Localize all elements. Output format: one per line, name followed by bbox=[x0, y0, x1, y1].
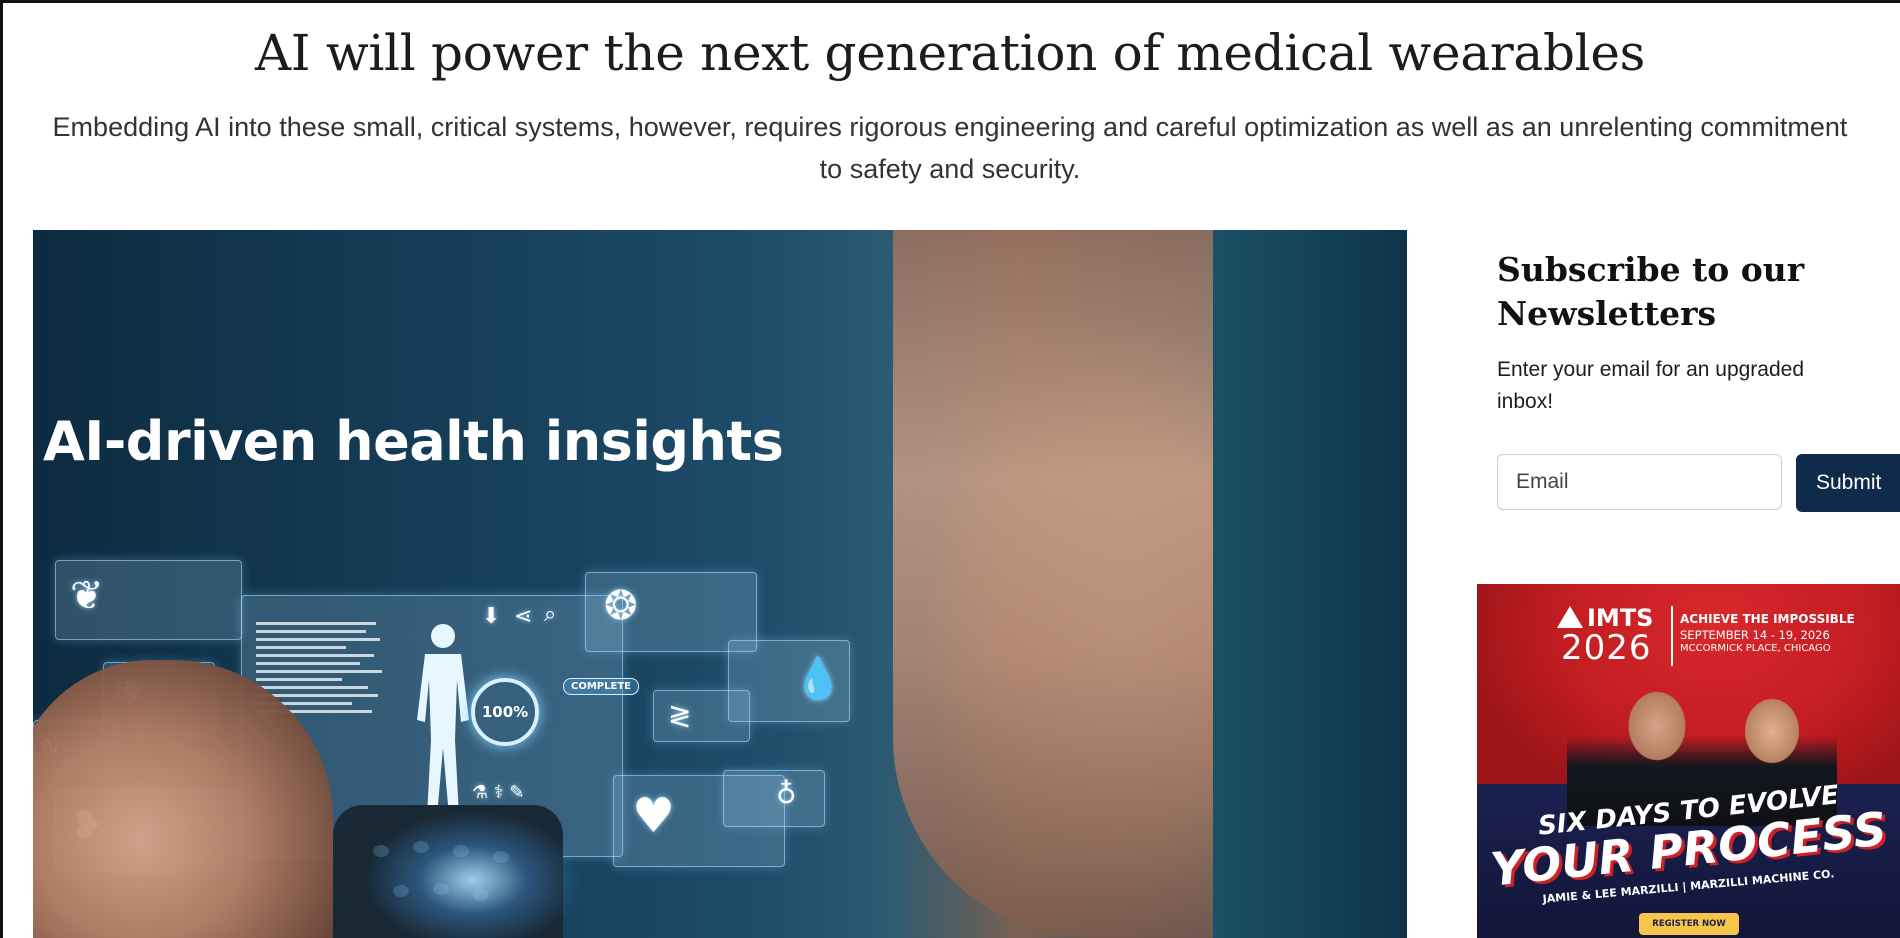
imts-advertisement[interactable]: IMTS 2026 ACHIEVE THE IMPOSSIBLE SEPTEMB… bbox=[1477, 584, 1900, 938]
newsletter-form: Submit bbox=[1497, 454, 1900, 512]
download-icon: ⬇ bbox=[482, 604, 501, 629]
dna-icon: ≷ bbox=[668, 699, 692, 732]
progress-ring: 100% bbox=[471, 678, 539, 746]
imts-logo-icon bbox=[1557, 606, 1583, 628]
article-subheadline: Embedding AI into these small, critical … bbox=[52, 112, 1848, 184]
holo-panel-drop: 💧 bbox=[728, 640, 850, 722]
holo-panel-lungs: ❦ bbox=[55, 560, 242, 640]
newsletter-description: Enter your email for an upgraded inbox! bbox=[1497, 358, 1805, 413]
ad-venue: MCCORMICK PLACE, CHICAGO bbox=[1680, 643, 1831, 654]
water-drop-icon: 💧 bbox=[793, 656, 843, 702]
hero-arm-shape bbox=[893, 230, 1253, 938]
lungs-icon: ❦ bbox=[70, 573, 104, 619]
article-headline: AI will power the next generation of med… bbox=[254, 24, 1645, 82]
register-now-button[interactable]: REGISTER NOW bbox=[1639, 913, 1739, 935]
hero-image: AI-driven health insights ❦ ⚛ ∿ ❥ ⬇ ⋖ ⌕ … bbox=[33, 230, 1407, 938]
newsletter-title: Subscribe to our Newsletters bbox=[1497, 250, 1805, 333]
brain-icon: ❂ bbox=[604, 583, 638, 629]
stethoscope-icon: ♁ bbox=[776, 777, 797, 810]
status-badge: COMPLETE bbox=[563, 678, 639, 695]
share-icon: ⋖ bbox=[514, 604, 533, 629]
hologram-glow bbox=[363, 810, 583, 938]
holo-panel-stethoscope: ♁ bbox=[723, 770, 825, 827]
heart-rate-icon: ♥ bbox=[632, 788, 676, 844]
ad-dates: SEPTEMBER 14 - 19, 2026 bbox=[1680, 628, 1830, 642]
ad-year: 2026 bbox=[1561, 628, 1652, 668]
ad-divider bbox=[1671, 606, 1673, 666]
newsletter-widget: Subscribe to our Newsletters Enter your … bbox=[1497, 248, 1900, 512]
ad-tagline: ACHIEVE THE IMPOSSIBLE bbox=[1680, 612, 1855, 626]
submit-button[interactable]: Submit bbox=[1796, 454, 1900, 512]
email-input[interactable] bbox=[1497, 454, 1782, 510]
hero-shirt-shape bbox=[1213, 230, 1407, 938]
hero-overlay-text: AI-driven health insights bbox=[43, 410, 784, 473]
search-icon: ⌕ bbox=[544, 602, 557, 627]
